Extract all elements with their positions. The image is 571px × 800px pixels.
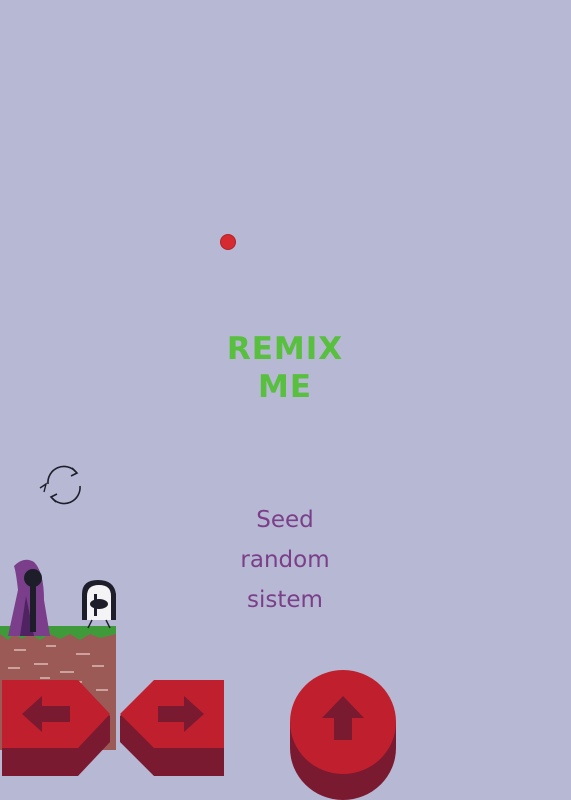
game-subtitle: Seed random sistem bbox=[185, 500, 385, 620]
title-line-1: REMIX bbox=[226, 331, 344, 367]
red-dot bbox=[221, 235, 235, 249]
move-left-button[interactable] bbox=[2, 678, 114, 778]
subtitle-line-3: sistem bbox=[247, 587, 323, 613]
reload-icon[interactable] bbox=[36, 460, 92, 510]
wizard-character bbox=[8, 559, 50, 636]
jump-button[interactable] bbox=[288, 668, 398, 800]
game-title: REMIX ME bbox=[185, 330, 385, 406]
eye-creature bbox=[82, 580, 116, 629]
subtitle-line-2: random bbox=[240, 547, 330, 573]
subtitle-line-1: Seed bbox=[256, 507, 314, 533]
move-right-button[interactable] bbox=[118, 678, 226, 778]
title-line-2: ME bbox=[257, 369, 313, 405]
